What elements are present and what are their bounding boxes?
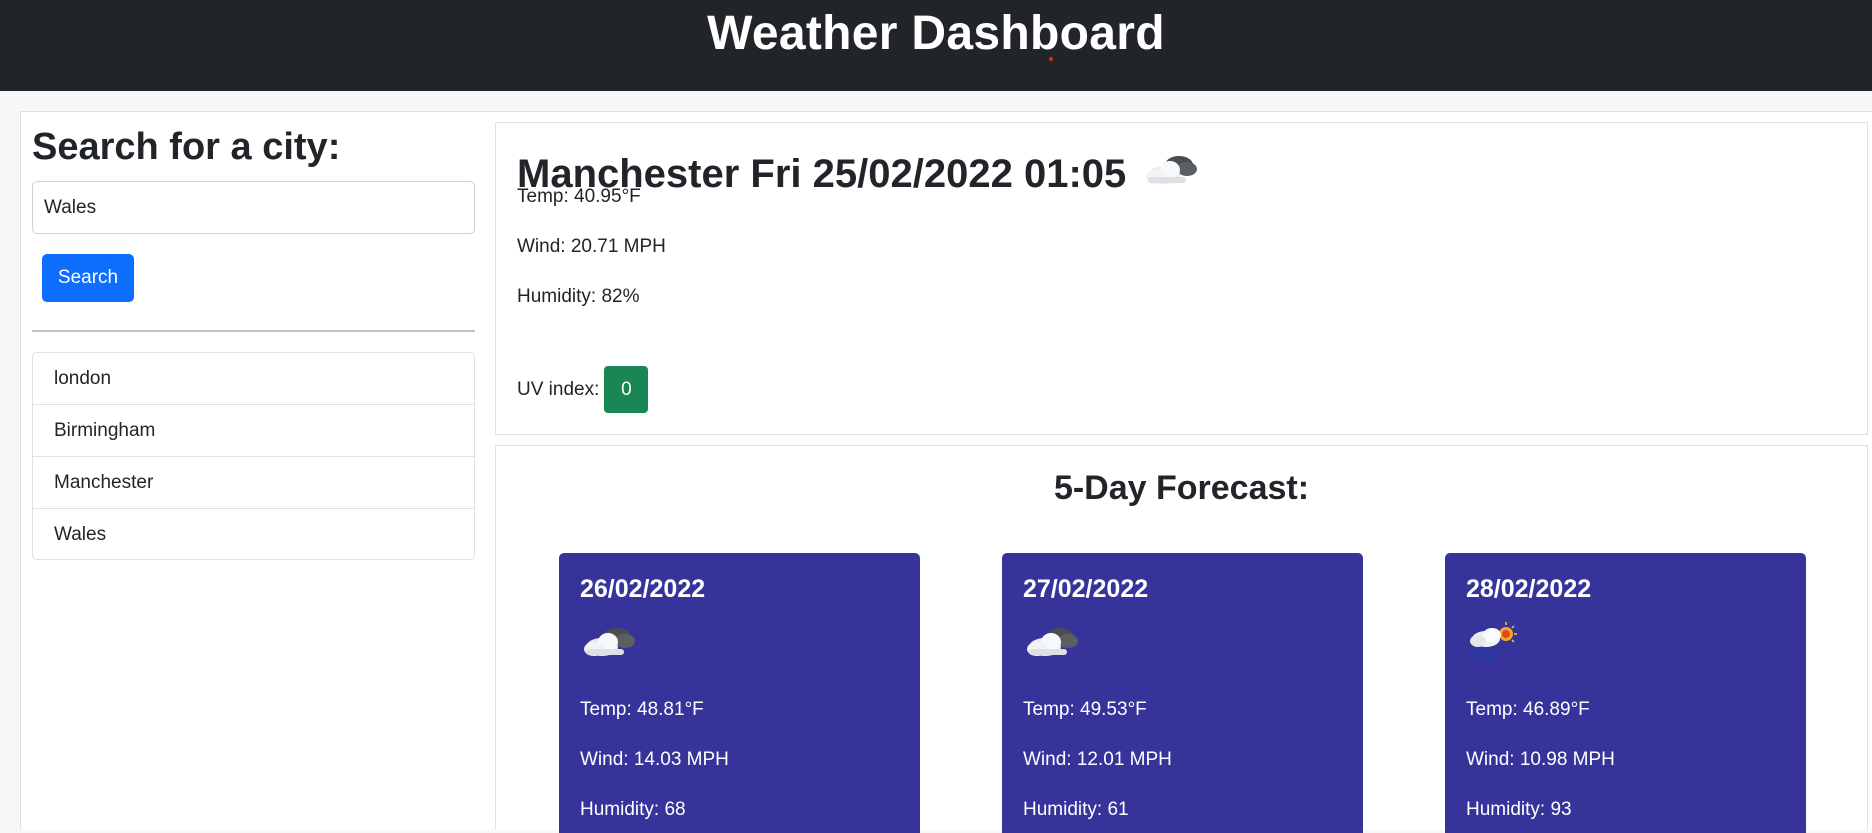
current-temp: Temp: 40.95°F (517, 186, 641, 207)
search-button[interactable]: Search (42, 254, 134, 302)
history-item-manchester[interactable]: Manchester (33, 457, 474, 509)
forecast-wind: Wind: 12.01 MPH (1023, 749, 1172, 770)
cloud-icon (580, 621, 636, 666)
cloud-icon (1023, 621, 1079, 666)
forecast-heading: 5-Day Forecast: (1053, 469, 1310, 507)
history-item-birmingham[interactable]: Birmingham (33, 405, 474, 457)
forecast-date: 26/02/2022 (580, 575, 706, 603)
forecast-humidity: Humidity: 61 (1023, 799, 1129, 820)
search-heading: Search for a city: (32, 126, 341, 168)
page-title: Weather Dashboard (707, 7, 1165, 60)
forecast-temp: Temp: 48.81°F (580, 699, 704, 720)
current-wind: Wind: 20.71 MPH (517, 236, 666, 257)
history-item-wales[interactable]: Wales (33, 509, 474, 559)
current-humidity: Humidity: 82% (517, 286, 640, 307)
forecast-temp: Temp: 49.53°F (1023, 699, 1147, 720)
uv-index-label: UV index: (517, 378, 600, 400)
forecast-card: 26/02/2022 Temp: 48.81°F Wind: 14.03 MPH… (559, 553, 920, 833)
forecast-humidity: Humidity: 93 (1466, 799, 1572, 820)
rain-sun-icon (1466, 621, 1522, 666)
history-item-london[interactable]: london (33, 353, 474, 405)
forecast-date: 27/02/2022 (1023, 575, 1149, 603)
forecast-card: 28/02/2022 Temp: 46.89°F Wind: 10.98 MPH… (1445, 553, 1806, 833)
cloud-icon (1142, 149, 1198, 199)
forecast-wind: Wind: 14.03 MPH (580, 749, 729, 770)
search-history-list: london Birmingham Manchester Wales (32, 352, 475, 560)
uv-index-badge: 0 (604, 366, 649, 413)
sidebar-divider (32, 330, 475, 332)
forecast-date: 28/02/2022 (1466, 575, 1592, 603)
city-search-input[interactable] (32, 181, 475, 234)
uv-index-row: UV index: 0 (517, 366, 649, 413)
forecast-humidity: Humidity: 68 (580, 799, 686, 820)
search-sidebar: Search for a city: Search london Birming… (20, 111, 486, 830)
forecast-card: 27/02/2022 Temp: 49.53°F Wind: 12.01 MPH… (1002, 553, 1363, 833)
forecast-temp: Temp: 46.89°F (1466, 699, 1590, 720)
current-weather-card: Manchester Fri 25/02/2022 01:05 Temp: 40… (495, 122, 1868, 435)
forecast-section: 5-Day Forecast: 26/02/2022 Temp: 48.81°F… (495, 445, 1868, 833)
forecast-wind: Wind: 10.98 MPH (1466, 749, 1615, 770)
header-bar: Weather Dashboard (0, 0, 1872, 91)
cursor-dot (1049, 57, 1053, 61)
